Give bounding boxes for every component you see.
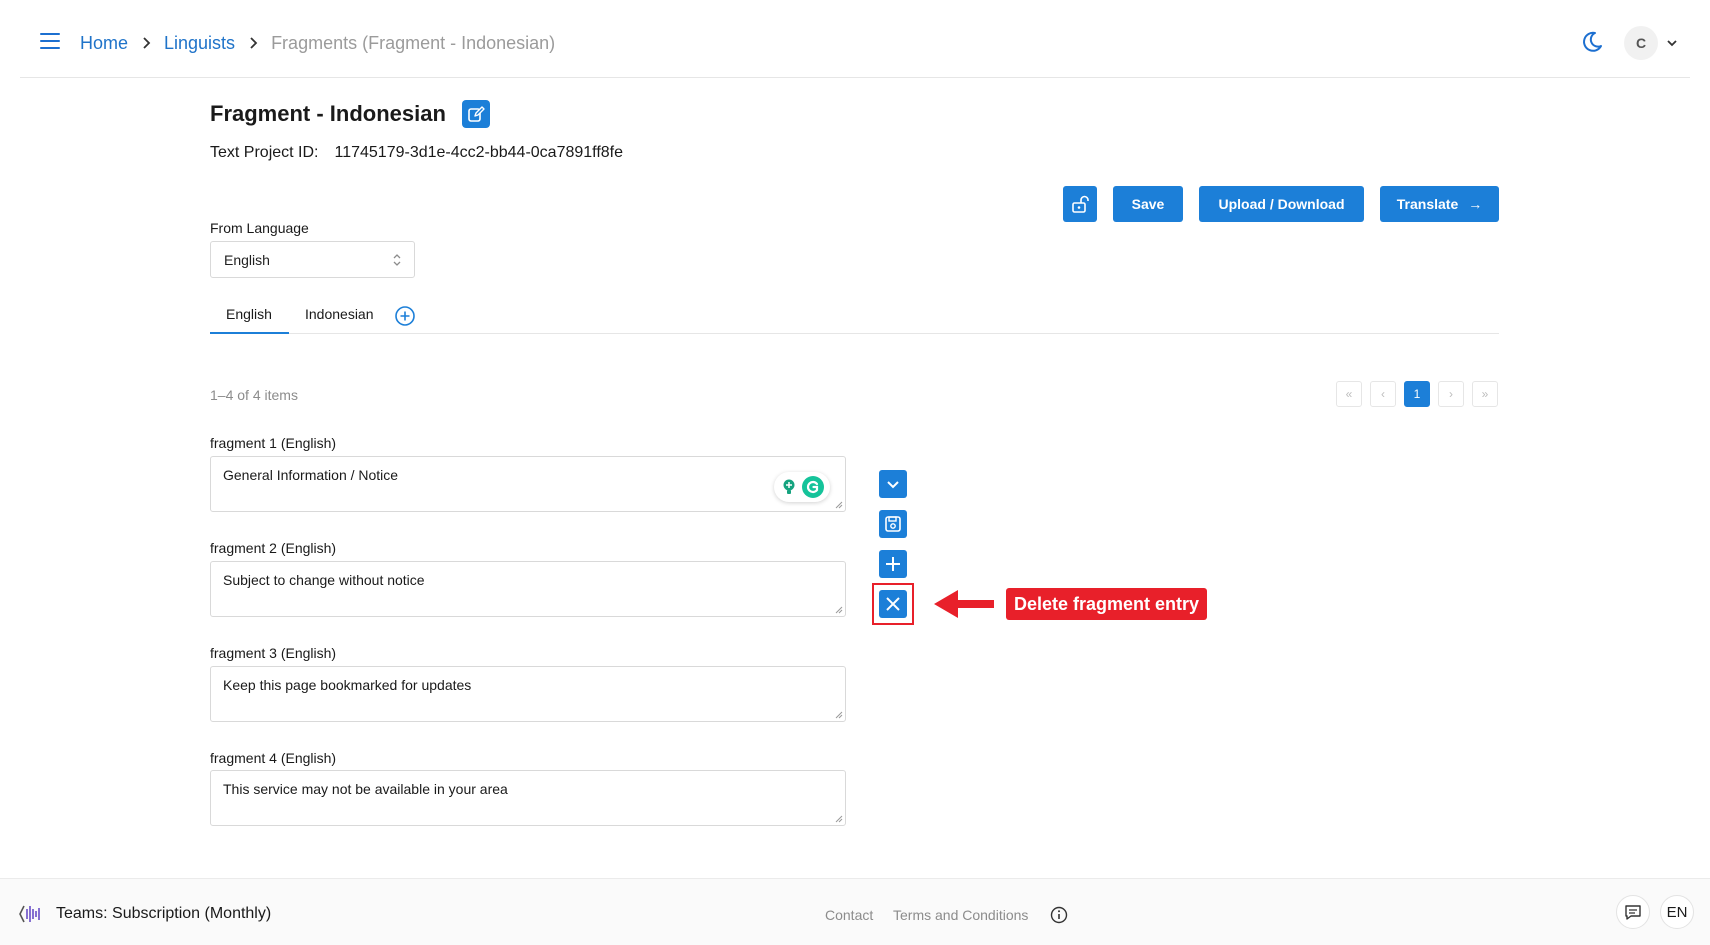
resize-grip-icon[interactable]	[835, 711, 843, 719]
edit-title-button[interactable]	[461, 100, 490, 128]
updown-caret-icon	[393, 254, 401, 266]
pagination-page-1[interactable]: 1	[1404, 381, 1430, 407]
pagination-last[interactable]: »	[1472, 381, 1498, 407]
contact-link[interactable]: Contact	[825, 907, 873, 923]
resize-grip-icon[interactable]	[835, 501, 843, 509]
breadcrumb-linguists[interactable]: Linguists	[164, 33, 235, 54]
lightbulb-icon	[783, 479, 795, 494]
arrow-right-icon: →	[1468, 196, 1483, 212]
fragment-2-textarea[interactable]: Subject to change without notice	[210, 561, 846, 617]
from-language-label: From Language	[210, 220, 309, 236]
project-id-label: Text Project ID:	[210, 144, 319, 161]
save-button[interactable]: Save	[1113, 186, 1183, 222]
logo-icon	[19, 905, 40, 923]
footer: Teams: Subscription (Monthly) Contact Te…	[0, 878, 1710, 945]
arrow-left-icon	[934, 590, 994, 618]
fragment-2-text: Subject to change without notice	[223, 572, 425, 588]
chat-icon	[1625, 905, 1641, 920]
grammarly-icon	[802, 476, 824, 498]
chevron-right-icon	[128, 33, 164, 53]
expand-fragment-button[interactable]	[879, 470, 907, 498]
fragment-2-label: fragment 2 (English)	[210, 540, 337, 556]
page: Home Linguists Fragments (Fragment - Ind…	[0, 0, 1710, 945]
save-fragment-button[interactable]	[879, 510, 907, 538]
chat-button[interactable]	[1616, 895, 1650, 929]
grammarly-widget[interactable]	[774, 472, 830, 502]
hamburger-icon[interactable]	[40, 33, 60, 49]
moon-icon[interactable]	[1580, 30, 1604, 54]
breadcrumb-home[interactable]: Home	[80, 33, 128, 54]
add-fragment-button[interactable]	[879, 550, 907, 578]
avatar: C	[1624, 26, 1658, 60]
pagination-first[interactable]: «	[1336, 381, 1362, 407]
tab-english[interactable]: English	[226, 306, 272, 322]
save-icon	[885, 516, 901, 532]
unlock-icon	[1072, 195, 1089, 213]
from-language-select[interactable]: English	[210, 241, 415, 278]
page-title: Fragment - Indonesian	[210, 101, 446, 126]
language-switcher[interactable]: EN	[1660, 895, 1694, 929]
fragment-3-text: Keep this page bookmarked for updates	[223, 677, 472, 693]
fragment-4-textarea[interactable]: This service may not be available in you…	[210, 770, 846, 826]
active-tab-indicator	[210, 332, 289, 334]
breadcrumb-current: Fragments (Fragment - Indonesian)	[271, 32, 556, 53]
fragment-4-label: fragment 4 (English)	[210, 750, 337, 766]
delete-fragment-button[interactable]	[879, 590, 907, 618]
from-language-value: English	[224, 251, 270, 268]
breadcrumb: Home Linguists Fragments (Fragment - Ind…	[80, 31, 555, 55]
terms-link[interactable]: Terms and Conditions	[893, 907, 1028, 923]
annotation-label: Delete fragment entry	[1006, 588, 1208, 620]
pagination-next[interactable]: ›	[1438, 381, 1464, 407]
resize-grip-icon[interactable]	[835, 815, 843, 823]
edit-icon	[468, 106, 485, 122]
subscription-plan: Teams: Subscription (Monthly)	[56, 905, 272, 922]
project-id-value: 11745179-3d1e-4cc2-bb44-0ca7891ff8fe	[334, 144, 624, 161]
plus-icon	[886, 557, 900, 571]
title-row: Fragment - Indonesian	[210, 100, 490, 128]
info-icon[interactable]	[1050, 906, 1068, 924]
project-id: Text Project ID: 11745179-3d1e-4cc2-bb44-…	[210, 144, 623, 162]
lock-button[interactable]	[1063, 186, 1097, 222]
chevron-right-icon	[235, 33, 271, 53]
pagination-prev[interactable]: ‹	[1370, 381, 1396, 407]
fragment-1-label: fragment 1 (English)	[210, 435, 337, 451]
close-icon	[886, 597, 900, 611]
items-count: 1–4 of 4 items	[210, 387, 298, 403]
user-menu[interactable]: C	[1624, 26, 1686, 60]
plus-circle-icon[interactable]	[394, 305, 416, 327]
fragment-3-textarea[interactable]: Keep this page bookmarked for updates	[210, 666, 846, 722]
language-tabs: English Indonesian	[210, 300, 1499, 334]
upload-download-button[interactable]: Upload / Download	[1199, 186, 1364, 222]
fragment-3-label: fragment 3 (English)	[210, 645, 337, 661]
fragment-4-text: This service may not be available in you…	[223, 781, 508, 797]
translate-label: Translate	[1396, 196, 1459, 212]
fragment-1-textarea[interactable]: General Information / Notice	[210, 456, 846, 512]
translate-button[interactable]: Translate →	[1380, 186, 1499, 222]
resize-grip-icon[interactable]	[835, 606, 843, 614]
top-bar: Home Linguists Fragments (Fragment - Ind…	[20, 0, 1690, 78]
fragment-1-text: General Information / Notice	[223, 467, 399, 483]
chevron-down-icon	[887, 481, 899, 489]
chevron-down-icon	[1667, 40, 1677, 47]
tab-indonesian[interactable]: Indonesian	[305, 306, 374, 322]
